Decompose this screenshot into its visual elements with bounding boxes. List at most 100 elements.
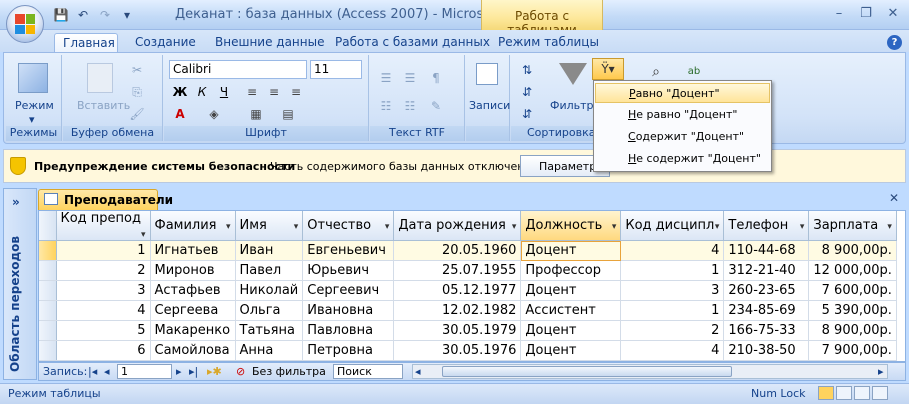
- column-dropdown-icon[interactable]: ▾: [294, 222, 299, 232]
- table-cell[interactable]: 210-38-50: [723, 340, 810, 361]
- table-cell[interactable]: 5: [56, 320, 151, 341]
- menu-item-not-equals[interactable]: Не равно "Доцент": [595, 105, 770, 125]
- table-cell[interactable]: 25.07.1955: [393, 260, 522, 281]
- redo-icon[interactable]: ↷: [96, 8, 114, 22]
- fill-color-icon[interactable]: ◈: [204, 105, 224, 123]
- italic-icon[interactable]: К: [192, 83, 212, 101]
- outdent-icon[interactable]: ☰: [400, 69, 420, 87]
- column-dropdown-icon[interactable]: ▾: [512, 222, 517, 232]
- menu-item-contains[interactable]: Содержит "Доцент": [595, 127, 770, 147]
- align-center-icon[interactable]: ≡: [264, 83, 284, 101]
- underline-icon[interactable]: Ч: [214, 83, 234, 101]
- table-cell[interactable]: 12.02.1982: [393, 300, 522, 321]
- table-cell[interactable]: Петровна: [302, 340, 395, 361]
- row-selector[interactable]: [39, 300, 57, 321]
- table-cell[interactable]: 110-44-68: [723, 240, 810, 261]
- format-painter-icon[interactable]: 🖌: [127, 105, 147, 123]
- table-cell[interactable]: Миронов: [150, 260, 236, 281]
- document-tab-label[interactable]: Преподаватели: [64, 193, 173, 207]
- mode-dropdown-icon[interactable]: ▾: [29, 113, 35, 126]
- select-all-corner[interactable]: [39, 211, 57, 241]
- column-dropdown-icon[interactable]: ▾: [226, 222, 231, 232]
- font-name-field[interactable]: Calibri: [169, 60, 307, 79]
- menu-item-not-contains[interactable]: Не содержит "Доцент": [595, 149, 770, 169]
- table-cell[interactable]: Ольга: [235, 300, 304, 321]
- clear-sort-icon[interactable]: ⇵: [517, 105, 537, 123]
- prev-record-icon[interactable]: ◂: [104, 365, 110, 378]
- table-cell[interactable]: 166-75-33: [723, 320, 810, 341]
- bold-icon[interactable]: Ж: [170, 83, 190, 101]
- scroll-left-icon[interactable]: ◂: [415, 365, 421, 378]
- numbering-icon[interactable]: ☷: [400, 97, 420, 115]
- table-cell[interactable]: 4: [56, 300, 151, 321]
- table-cell[interactable]: 1: [56, 240, 151, 261]
- scroll-right-icon[interactable]: ▸: [878, 365, 884, 378]
- row-selector[interactable]: [39, 320, 57, 341]
- table-cell[interactable]: Евгеньевич: [302, 240, 395, 261]
- maximize-icon[interactable]: ❐: [853, 6, 879, 24]
- office-button[interactable]: [6, 5, 44, 43]
- table-cell[interactable]: Иван: [235, 240, 304, 261]
- table-cell[interactable]: 312-21-40: [723, 260, 810, 281]
- column-dropdown-icon[interactable]: ▾: [141, 230, 146, 240]
- pivot-chart-view-icon[interactable]: [854, 386, 870, 400]
- tab-database-tools[interactable]: Работа с базами данных: [327, 33, 498, 53]
- tab-external-data[interactable]: Внешние данные: [207, 33, 332, 53]
- column-header[interactable]: Зарплата ▾: [808, 211, 897, 241]
- table-row[interactable]: 4 Сергеева Ольга Ивановна 12.02.1982 Ассистен…: [39, 300, 897, 321]
- help-icon[interactable]: ?: [887, 35, 902, 50]
- highlight-icon[interactable]: ✎: [426, 97, 446, 115]
- expand-nav-pane-icon[interactable]: »: [12, 195, 20, 209]
- tab-home[interactable]: Главная: [54, 33, 118, 53]
- table-cell[interactable]: 7 900,00р.: [808, 340, 897, 361]
- table-row[interactable]: 5 Макаренко Татьяна Павловна 30.05.1979 Доцен…: [39, 320, 897, 341]
- paragraph-icon[interactable]: ¶: [426, 69, 446, 87]
- table-cell[interactable]: Николай: [235, 280, 304, 301]
- row-selector[interactable]: [39, 280, 57, 301]
- table-cell[interactable]: Доцент: [520, 280, 622, 301]
- menu-item-equals[interactable]: Равно "Доцент": [595, 83, 770, 103]
- table-cell[interactable]: 1: [620, 300, 725, 321]
- row-selector[interactable]: [39, 340, 57, 361]
- table-cell[interactable]: Профессор: [520, 260, 622, 281]
- column-dropdown-icon[interactable]: ▾: [887, 222, 892, 232]
- column-header[interactable]: Отчество ▾: [302, 211, 395, 241]
- filter-status-label[interactable]: Без фильтра: [252, 365, 326, 378]
- indent-icon[interactable]: ☰: [376, 69, 396, 87]
- alt-row-color-icon[interactable]: ▤: [278, 105, 298, 123]
- table-cell[interactable]: 234-85-69: [723, 300, 810, 321]
- pivot-table-view-icon[interactable]: [836, 386, 852, 400]
- find-binoculars-icon[interactable]: ⌕: [646, 63, 666, 81]
- table-cell[interactable]: 6: [56, 340, 151, 361]
- align-left-icon[interactable]: ≡: [242, 83, 262, 101]
- table-cell[interactable]: Анна: [235, 340, 304, 361]
- table-cell[interactable]: Макаренко: [150, 320, 236, 341]
- last-record-icon[interactable]: ▸|: [189, 365, 198, 378]
- table-cell[interactable]: 4: [620, 340, 725, 361]
- tab-create[interactable]: Создание: [127, 33, 204, 53]
- table-cell[interactable]: Юрьевич: [302, 260, 395, 281]
- column-header[interactable]: Дата рождения ▾: [393, 211, 522, 241]
- table-row[interactable]: 2 Миронов Павел Юрьевич 25.07.1955 Профессор 1…: [39, 260, 897, 281]
- new-record-icon[interactable]: ▸✱: [207, 365, 222, 378]
- table-cell[interactable]: Астафьев: [150, 280, 236, 301]
- table-cell[interactable]: 2: [620, 320, 725, 341]
- table-cell[interactable]: 8 900,00р.: [808, 320, 897, 341]
- table-cell[interactable]: 3: [56, 280, 151, 301]
- table-cell[interactable]: 8 900,00р.: [808, 240, 897, 261]
- bullets-icon[interactable]: ☷: [376, 97, 396, 115]
- table-cell[interactable]: Сергеевич: [302, 280, 395, 301]
- table-cell[interactable]: 5 390,00р.: [808, 300, 897, 321]
- column-header[interactable]: Код препод ▾: [56, 211, 151, 241]
- table-cell[interactable]: Сергеева: [150, 300, 236, 321]
- close-icon[interactable]: ✕: [880, 6, 906, 24]
- table-cell[interactable]: Павел: [235, 260, 304, 281]
- paste-button[interactable]: Вставить: [77, 99, 130, 112]
- column-header[interactable]: Фамилия ▾: [150, 211, 236, 241]
- navigation-pane-label[interactable]: Область переходов: [8, 236, 22, 372]
- sort-descending-icon[interactable]: ⇵: [517, 83, 537, 101]
- table-cell[interactable]: Доцент: [520, 340, 622, 361]
- table-cell[interactable]: 05.12.1977: [393, 280, 522, 301]
- column-header[interactable]: Имя ▾: [235, 211, 304, 241]
- table-cell[interactable]: Доцент: [520, 240, 622, 261]
